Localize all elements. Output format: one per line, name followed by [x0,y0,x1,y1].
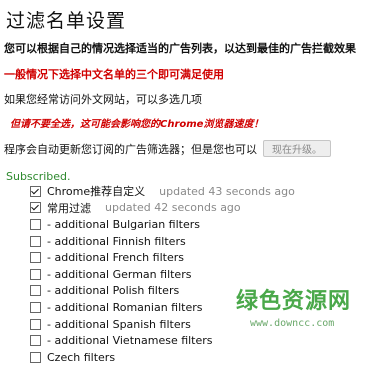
filter-label[interactable]: - additional Finnish filters [47,235,186,248]
filter-updated-time: updated 43 seconds ago [159,184,295,198]
speed-warning-text: 但请不要全选，这可能会影响您的Chrome浏览器速度！ [10,119,264,130]
filter-label[interactable]: - additional Polish filters [47,284,179,297]
filter-label[interactable]: Chrome推荐自定义 [47,183,145,199]
filter-updated-time: updated 42 seconds ago [105,201,241,215]
filter-checkbox[interactable] [30,351,41,363]
watermark-url: www.downcc.com [250,318,335,329]
filter-checkbox[interactable] [30,235,41,247]
filter-label[interactable]: - additional Romanian filters [47,301,202,314]
filter-checkbox[interactable] [30,318,41,330]
filter-list-item: Chrome推荐自定义 updated 43 seconds ago [30,183,295,200]
filter-list-item: - additional Bulgarian filters [30,216,295,233]
filter-list-item: Czech filters [30,349,295,366]
page-description: 您可以根据自己的情况选择适当的广告列表，以达到最佳的广告拦截效果 [4,42,356,55]
filter-label[interactable]: Czech filters [47,351,115,364]
filter-label[interactable]: - additional French filters [47,251,184,264]
filter-label[interactable]: - additional Bulgarian filters [47,218,200,231]
filter-checkbox[interactable] [30,301,41,313]
filter-list-item: 常用过滤 updated 42 seconds ago [30,200,295,217]
filter-checkbox[interactable] [30,185,41,197]
filter-checkbox[interactable] [30,268,41,280]
recommend-text: 一般情况下选择中文名单的三个即可满足使用 [4,68,224,81]
subscribed-label: Subscribed. [6,170,71,183]
foreign-hint-text: 如果您经常访问外文网站，可以多选几项 [4,93,202,106]
filter-checkbox[interactable] [30,285,41,297]
filter-label[interactable]: - additional Spanish filters [47,318,191,331]
filter-list: Chrome推荐自定义 updated 43 seconds ago 常用过滤 upd… [30,183,295,366]
filter-list-item: - additional French filters [30,249,295,266]
filter-list-item: - additional German filters [30,266,295,283]
auto-update-text: 程序会自动更新您订阅的广告筛选器；但是您也可以 [4,142,257,156]
page-title: 过滤名单设置 [6,10,127,32]
watermark-logo: 绿色资源网 [236,289,352,314]
filter-checkbox[interactable] [30,202,41,214]
auto-update-row: 程序会自动更新您订阅的广告筛选器；但是您也可以 现在升级。 [4,140,331,157]
filter-checkbox[interactable] [30,218,41,230]
update-now-button[interactable]: 现在升级。 [263,140,331,157]
filter-label[interactable]: 常用过滤 [47,200,91,216]
filter-checkbox[interactable] [30,252,41,264]
filter-label[interactable]: - additional German filters [47,268,191,281]
filter-list-item: - additional Finnish filters [30,233,295,250]
